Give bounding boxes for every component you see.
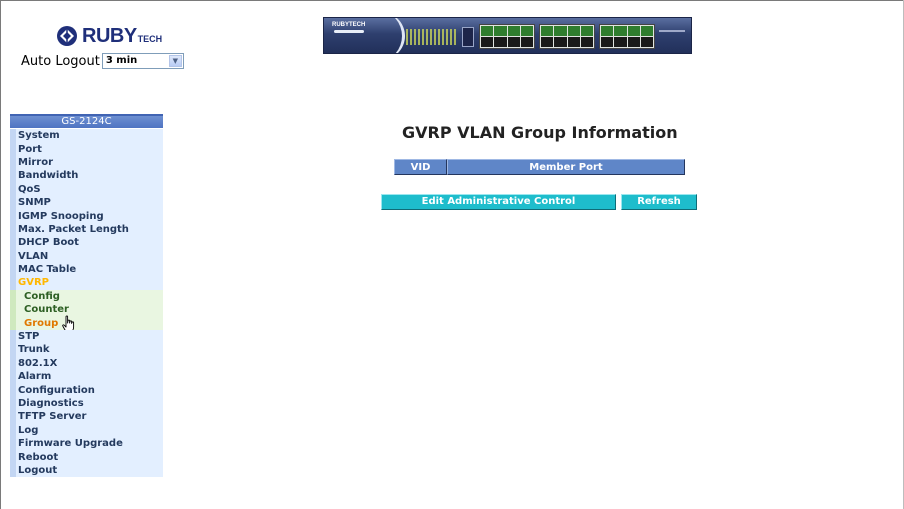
port-group-3 [599, 24, 655, 49]
sidebar-item-label: VLAN [18, 250, 49, 262]
sidebar-item-label: Logout [18, 464, 58, 476]
sidebar-item-qos[interactable]: QoS [10, 182, 163, 196]
sidebar-item-log[interactable]: Log [10, 423, 163, 437]
brand-mark-icon [57, 26, 77, 46]
sidebar-item-mirror[interactable]: Mirror [10, 155, 163, 170]
sidebar-item-label: Trunk [18, 344, 50, 356]
sidebar-item-label: QoS [18, 183, 41, 195]
sidebar-header: GS-2124C [10, 114, 163, 128]
device-led-block [406, 29, 458, 45]
sidebar-subitem-group[interactable]: Group [10, 315, 163, 333]
device-swoosh [334, 30, 364, 33]
sidebar-subitem-counter[interactable]: Counter [10, 303, 163, 317]
sidebar-item-snmp[interactable]: SNMP [10, 195, 163, 210]
sidebar-item-label: Bandwidth [18, 170, 79, 182]
sidebar-item-label: MAC Table [18, 264, 77, 276]
sidebar-item-label: Configuration [18, 384, 95, 396]
sidebar-item-label: 802.1X [18, 357, 58, 369]
column-header-vid: VID [394, 159, 447, 175]
device-right-ports [659, 30, 685, 44]
frame-left-border [0, 0, 1, 509]
edit-administrative-control-button[interactable]: Edit Administrative Control [381, 194, 616, 210]
sidebar-item-label: Config [24, 290, 60, 302]
sidebar-item-logout[interactable]: Logout [10, 463, 163, 478]
sidebar-item-port[interactable]: Port [10, 142, 163, 156]
sidebar-item-vlan[interactable]: VLAN [10, 249, 163, 263]
sidebar-item-label: Group [24, 317, 59, 329]
sidebar-item-trunk[interactable]: Trunk [10, 343, 163, 357]
page-title: GVRP VLAN Group Information [402, 123, 678, 142]
sidebar-item-label: STP [18, 331, 40, 343]
sidebar-item-label: Mirror [18, 156, 54, 168]
sidebar-item-bandwidth[interactable]: Bandwidth [10, 169, 163, 183]
sidebar-item-label: Reboot [18, 451, 59, 463]
auto-logout-label: Auto Logout [21, 53, 100, 69]
sidebar-item-label: SNMP [18, 197, 51, 209]
sidebar-item-802-1x[interactable]: 802.1X [10, 356, 163, 371]
sidebar-item-label: Firmware Upgrade [18, 438, 123, 450]
device-logo-text: RUBYTECH [332, 22, 366, 28]
sidebar-item-mac-table[interactable]: MAC Table [10, 262, 163, 277]
sidebar-subitem-config[interactable]: Config [10, 289, 163, 304]
sidebar-item-alarm[interactable]: Alarm [10, 370, 163, 384]
auto-logout-control: Auto Logout 3 min ▼ [21, 53, 184, 69]
sidebar-item-label: System [18, 130, 60, 142]
sidebar-item-max-packet-length[interactable]: Max. Packet Length [10, 222, 163, 237]
sidebar-item-label: TFTP Server [18, 411, 87, 423]
sidebar-item-label: GVRP [18, 277, 49, 289]
sidebar-item-system[interactable]: System [10, 129, 163, 143]
sidebar-item-reboot[interactable]: Reboot [10, 450, 163, 464]
port-group-1 [479, 24, 535, 49]
sidebar-item-gvrp[interactable]: GVRP [10, 276, 163, 290]
sidebar-menu: GS-2124C System Port Mirror Bandwidth Qo… [10, 114, 163, 478]
frame-top-border [0, 0, 904, 1]
brand-name: RUBY [82, 25, 137, 47]
brand-logo: RUBY TECH [56, 23, 162, 49]
sidebar-item-diagnostics[interactable]: Diagnostics [10, 396, 163, 411]
brand-suffix: TECH [137, 34, 163, 44]
sidebar-item-label: Alarm [18, 371, 52, 383]
sidebar-item-configuration[interactable]: Configuration [10, 383, 163, 397]
chevron-down-icon[interactable]: ▼ [168, 55, 182, 67]
sidebar-item-dhcp-boot[interactable]: DHCP Boot [10, 236, 163, 250]
action-buttons: Edit Administrative Control Refresh [381, 194, 697, 210]
sidebar-item-label: Diagnostics [18, 398, 84, 409]
sidebar-item-tftp-server[interactable]: TFTP Server [10, 410, 163, 424]
sidebar-item-stp[interactable]: STP [10, 329, 163, 344]
column-header-member-port: Member Port [447, 159, 685, 175]
table-header-row: VID Member Port [394, 159, 685, 175]
device-sfp-slot [462, 27, 474, 47]
sidebar-item-label: Port [18, 143, 42, 155]
sidebar-item-igmp-snooping[interactable]: IGMP Snooping [10, 209, 163, 223]
sidebar-item-firmware-upgrade[interactable]: Firmware Upgrade [10, 436, 163, 451]
sidebar-item-label: Log [18, 424, 39, 436]
auto-logout-value: 3 min [105, 55, 138, 66]
sidebar-item-label: IGMP Snooping [18, 210, 104, 222]
refresh-button[interactable]: Refresh [621, 194, 697, 210]
sidebar-item-label: DHCP Boot [18, 237, 79, 249]
sidebar-item-label: Counter [24, 304, 69, 316]
device-panel-image: RUBYTECH [323, 17, 692, 54]
sidebar-item-label: Max. Packet Length [18, 223, 129, 235]
port-group-2 [539, 24, 595, 49]
auto-logout-select[interactable]: 3 min ▼ [101, 53, 184, 69]
device-arc [372, 18, 405, 53]
